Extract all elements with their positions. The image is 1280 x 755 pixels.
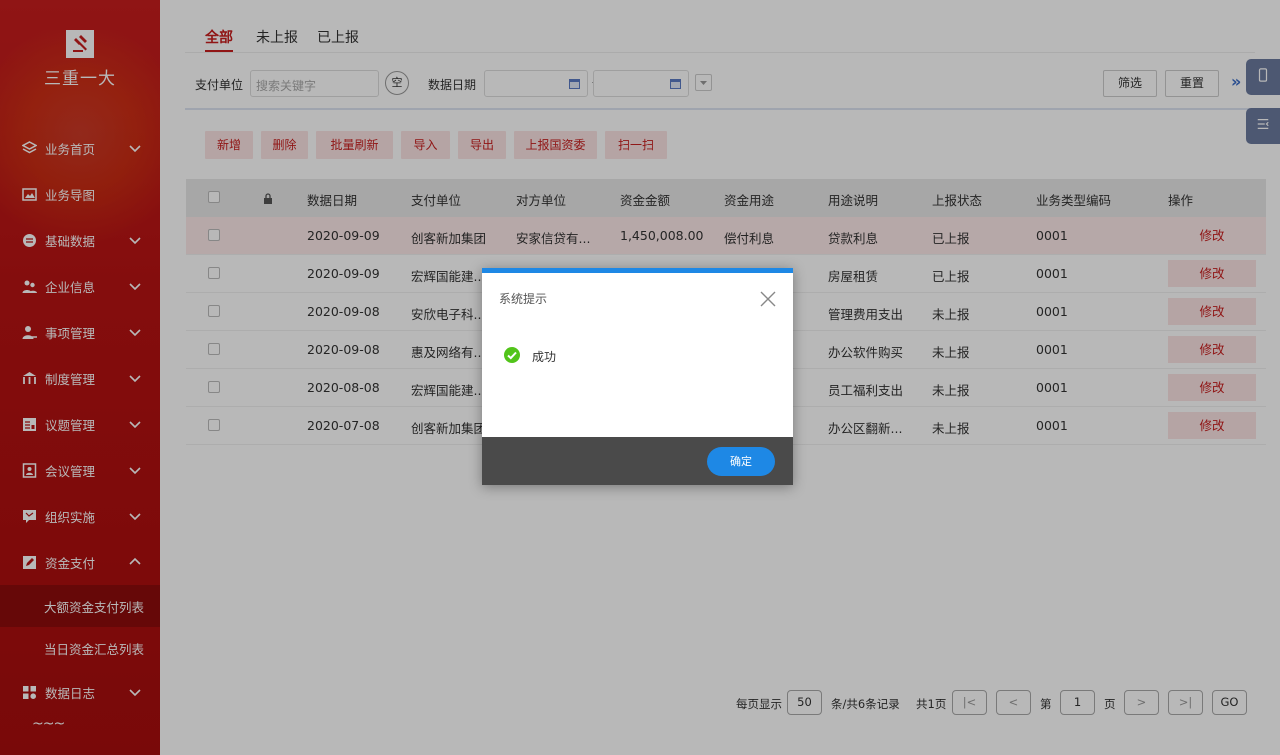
dialog-footer: 确定 xyxy=(482,437,793,485)
ok-button[interactable]: 确定 xyxy=(707,447,775,476)
dialog-message: 成功 xyxy=(532,350,557,364)
alert-dialog: 系统提示 成功 确定 xyxy=(482,268,793,485)
success-check-icon xyxy=(504,347,520,363)
close-icon[interactable] xyxy=(759,290,777,308)
dialog-title: 系统提示 xyxy=(499,292,548,306)
dialog-accent-bar xyxy=(482,268,793,273)
